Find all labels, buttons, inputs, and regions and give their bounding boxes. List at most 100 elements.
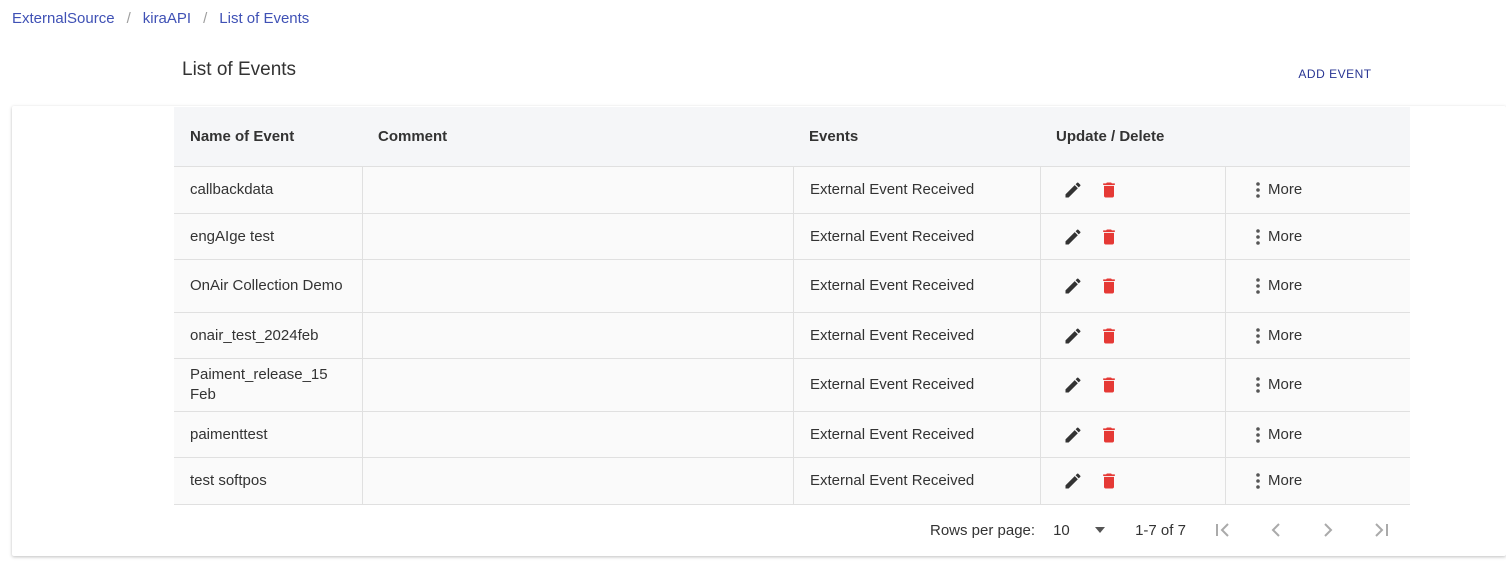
actions-cell: [1040, 313, 1225, 358]
event-name-cell: paimenttest: [174, 412, 362, 457]
event-name-cell: onair_test_2024feb: [174, 313, 362, 358]
pagination-range: 1-7 of 7: [1135, 521, 1186, 539]
events-cell: External Event Received: [793, 260, 1040, 312]
rows-per-page-value: 10: [1053, 521, 1070, 539]
breadcrumb-list-of-events[interactable]: List of Events: [219, 10, 309, 27]
edit-icon: [1063, 326, 1083, 346]
comment-cell: [362, 313, 793, 358]
rows-per-page-label: Rows per page:: [930, 521, 1036, 539]
edit-button[interactable]: [1057, 270, 1089, 302]
more-cell: More: [1225, 359, 1410, 411]
event-name: callbackdata: [190, 181, 274, 198]
delete-icon: [1099, 326, 1119, 346]
rows-per-page-select[interactable]: 10: [1053, 521, 1106, 539]
delete-icon: [1099, 375, 1119, 395]
edit-icon: [1063, 227, 1083, 247]
first-page-button[interactable]: [1208, 516, 1240, 544]
event-name: test softpos: [190, 472, 267, 489]
more-button[interactable]: More: [1242, 326, 1302, 346]
more-button[interactable]: More: [1242, 375, 1302, 395]
breadcrumb-kiraapi[interactable]: kiraAPI: [143, 10, 191, 27]
more-label: More: [1268, 425, 1303, 443]
edit-button[interactable]: [1057, 419, 1089, 451]
more-button[interactable]: More: [1242, 471, 1302, 491]
delete-button[interactable]: [1093, 419, 1125, 451]
more-vert-icon: [1256, 426, 1260, 443]
edit-icon: [1063, 425, 1083, 445]
more-vert-icon: [1256, 473, 1260, 489]
page-title: List of Events: [182, 59, 297, 80]
table-header: Name of Event Comment Events Update / De…: [174, 107, 1410, 167]
more-vert-icon: [1256, 182, 1260, 198]
actions-cell: [1040, 260, 1225, 312]
event-name-cell: engAIge test: [174, 214, 362, 259]
event-type: External Event Received: [810, 472, 975, 489]
edit-button[interactable]: [1057, 465, 1089, 497]
table-row: OnAir Collection Demo External Event Rec…: [174, 260, 1410, 313]
next-page-icon: [1324, 523, 1333, 537]
delete-button[interactable]: [1093, 320, 1125, 352]
column-header-update-delete: Update / Delete: [1056, 128, 1165, 145]
edit-button[interactable]: [1057, 320, 1089, 352]
event-type: External Event Received: [810, 425, 975, 443]
more-vert-icon: [1256, 228, 1260, 245]
more-cell: More: [1225, 313, 1410, 358]
more-cell: More: [1225, 412, 1410, 457]
column-header-events: Events: [809, 128, 859, 145]
more-button[interactable]: More: [1242, 276, 1302, 296]
more-button[interactable]: More: [1242, 227, 1302, 247]
events-cell: External Event Received: [793, 359, 1040, 411]
delete-icon: [1099, 180, 1119, 200]
event-name-cell: test softpos: [174, 458, 362, 504]
delete-icon: [1099, 276, 1119, 296]
event-type: External Event Received: [810, 326, 975, 344]
delete-button[interactable]: [1093, 174, 1125, 206]
edit-icon: [1063, 180, 1083, 200]
event-type: External Event Received: [810, 181, 975, 198]
actions-cell: [1040, 458, 1225, 504]
event-name-cell: OnAir Collection Demo: [174, 260, 362, 312]
edit-button[interactable]: [1057, 221, 1089, 253]
comment-cell: [362, 214, 793, 259]
last-page-icon: [1375, 523, 1388, 537]
table-row: test softpos External Event Received Mor…: [174, 458, 1410, 505]
event-name-cell: callbackdata: [174, 167, 362, 213]
previous-page-button[interactable]: [1260, 516, 1292, 544]
comment-cell: [362, 167, 793, 213]
events-cell: External Event Received: [793, 214, 1040, 259]
delete-button[interactable]: [1093, 465, 1125, 497]
events-cell: External Event Received: [793, 458, 1040, 504]
edit-button[interactable]: [1057, 369, 1089, 401]
more-label: More: [1268, 181, 1303, 198]
more-vert-icon: [1256, 278, 1260, 294]
more-button[interactable]: More: [1242, 425, 1302, 445]
event-name-cell: Paiment_release_15 Feb: [174, 359, 362, 411]
table-row: onair_test_2024feb External Event Receiv…: [174, 313, 1410, 359]
more-cell: More: [1225, 458, 1410, 504]
add-event-button[interactable]: ADD EVENT: [1290, 64, 1380, 84]
delete-button[interactable]: [1093, 369, 1125, 401]
edit-button[interactable]: [1057, 174, 1089, 206]
delete-button[interactable]: [1093, 270, 1125, 302]
events-cell: External Event Received: [793, 313, 1040, 358]
more-label: More: [1268, 326, 1303, 344]
events-cell: External Event Received: [793, 412, 1040, 457]
more-cell: More: [1225, 167, 1410, 213]
column-header-comment: Comment: [378, 128, 448, 145]
last-page-button[interactable]: [1364, 516, 1396, 544]
breadcrumb: ExternalSource / kiraAPI / List of Event…: [12, 10, 309, 27]
more-button[interactable]: More: [1242, 180, 1302, 200]
table-body: callbackdata External Event Received Mor…: [174, 167, 1410, 505]
more-cell: More: [1225, 260, 1410, 312]
column-header-name: Name of Event: [190, 128, 295, 145]
breadcrumb-external-source[interactable]: ExternalSource: [12, 10, 115, 27]
more-vert-icon: [1256, 377, 1260, 393]
delete-icon: [1099, 227, 1119, 247]
next-page-button[interactable]: [1312, 516, 1344, 544]
edit-icon: [1063, 471, 1083, 491]
prev-page-icon: [1271, 523, 1280, 537]
table-row: paimenttest External Event Received More: [174, 412, 1410, 458]
delete-button[interactable]: [1093, 221, 1125, 253]
more-label: More: [1268, 376, 1303, 393]
more-vert-icon: [1256, 327, 1260, 344]
